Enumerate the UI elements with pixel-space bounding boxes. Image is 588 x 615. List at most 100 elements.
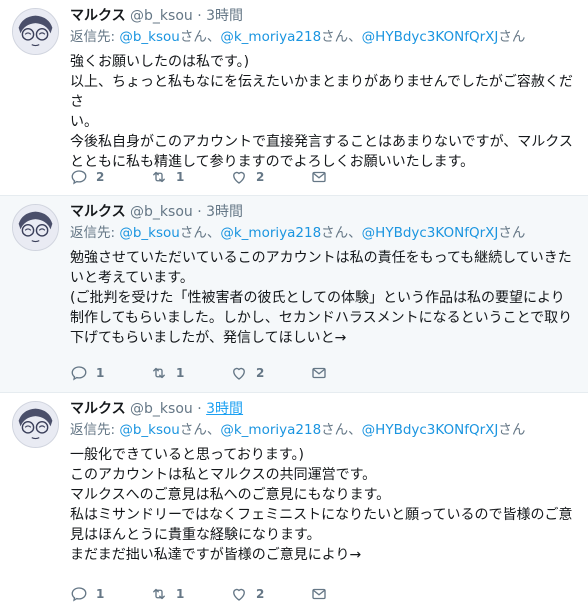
tweet-line: 私はミサンドリーではなくフェミニストになりたいと願っているので皆様のご意: [70, 507, 573, 523]
retweet-button[interactable]: 1: [150, 364, 230, 382]
direct-message-button[interactable]: [310, 585, 340, 603]
reply-button[interactable]: 2: [70, 168, 150, 186]
tweet-line: 見はほんとうに貴重な経験になります。: [70, 527, 321, 543]
heart-icon: [233, 588, 245, 601]
honorific: さん: [321, 29, 349, 45]
honorific: さん: [179, 225, 207, 241]
mention-link[interactable]: @b_ksou: [119, 225, 180, 241]
timestamp[interactable]: 3時間: [206, 401, 243, 417]
honorific: さん: [498, 29, 526, 45]
honorific: さん: [498, 422, 526, 438]
retweet-icon: [153, 588, 165, 600]
like-button[interactable]: 2: [230, 585, 310, 603]
like-count: 2: [256, 170, 265, 184]
tweet[interactable]: マルクス @b_ksou · 3時間 返信先: @b_ksouさん、@k_mor…: [0, 393, 588, 615]
tweet-line: 強くお願いしたのは私です。): [70, 54, 250, 70]
honorific: さん: [321, 422, 349, 438]
tweet-line: マルクスへのご意見は私へのご意見にもなります。: [70, 487, 391, 503]
envelope-icon: [312, 367, 326, 379]
honorific: さん: [179, 29, 207, 45]
like-button[interactable]: 2: [230, 364, 310, 382]
reply-icon: [71, 366, 87, 381]
reply-context: 返信先: @b_ksouさん、@k_moriya218さん、@HYBdyc3KO…: [70, 222, 580, 244]
reply-button[interactable]: 1: [70, 585, 150, 603]
separator-dot: ·: [197, 401, 202, 417]
tweet[interactable]: マルクス @b_ksou · 3時間 返信先: @b_ksouさん、@k_mor…: [0, 196, 588, 393]
mention-separator: 、: [348, 225, 362, 241]
mention-link[interactable]: @k_moriya218: [220, 29, 321, 45]
tweet-text: 強くお願いしたのは私です。) 以上、ちょっと私もなにを伝えたいかまとまりがありま…: [70, 52, 580, 172]
tweet-actions: 1 1 2: [70, 362, 340, 384]
reply-context: 返信先: @b_ksouさん、@k_moriya218さん、@HYBdyc3KO…: [70, 419, 580, 441]
reply-context: 返信先: @b_ksouさん、@k_moriya218さん、@HYBdyc3KO…: [70, 26, 580, 48]
envelope-icon: [312, 588, 326, 600]
mention-link[interactable]: @k_moriya218: [220, 225, 321, 241]
envelope-icon: [312, 171, 326, 183]
display-name[interactable]: マルクス: [70, 204, 126, 220]
reply-label: 返信先:: [70, 29, 116, 45]
tweet-line: 制作してもらいました。しかし、セカンドハラスメントになるということで取り: [70, 310, 573, 326]
retweet-count: 1: [176, 170, 185, 184]
honorific: さん: [321, 225, 349, 241]
mention-link[interactable]: @HYBdyc3KONfQrXJ: [362, 225, 499, 241]
avatar[interactable]: [12, 8, 59, 55]
mention-separator: 、: [348, 422, 362, 438]
avatar-image: [13, 402, 58, 447]
avatar-image: [13, 205, 58, 250]
tweet-text: 一般化できていると思っております。) このアカウントは私とマルクスの共同運営です…: [70, 445, 580, 565]
retweet-button[interactable]: 1: [150, 585, 230, 603]
tweet-header: マルクス @b_ksou · 3時間: [70, 6, 580, 26]
reply-icon: [71, 587, 87, 602]
avatar[interactable]: [12, 204, 59, 251]
separator-dot: ·: [197, 204, 202, 220]
avatar[interactable]: [12, 401, 59, 448]
reply-count: 1: [96, 587, 105, 601]
mention-separator: 、: [206, 422, 221, 438]
direct-message-button[interactable]: [310, 364, 340, 382]
retweet-button[interactable]: 1: [150, 168, 230, 186]
like-count: 2: [256, 587, 265, 601]
direct-message-button[interactable]: [310, 168, 340, 186]
reply-label: 返信先:: [70, 225, 116, 241]
reply-count: 1: [96, 366, 105, 380]
tweet-line: 一般化できていると思っております。): [70, 447, 304, 463]
tweet[interactable]: マルクス @b_ksou · 3時間 返信先: @b_ksouさん、@k_mor…: [0, 0, 588, 196]
reply-button[interactable]: 1: [70, 364, 150, 382]
retweet-icon: [153, 367, 165, 379]
mention-link[interactable]: @b_ksou: [119, 422, 180, 438]
avatar-image: [13, 9, 58, 54]
mention-separator: 、: [348, 29, 362, 45]
user-handle[interactable]: @b_ksou: [130, 8, 193, 24]
display-name[interactable]: マルクス: [70, 401, 126, 417]
mention-link[interactable]: @HYBdyc3KONfQrXJ: [362, 422, 499, 438]
retweet-count: 1: [176, 587, 185, 601]
tweet-line: いと考えています。: [70, 270, 194, 286]
mention-link[interactable]: @k_moriya218: [220, 422, 321, 438]
timestamp[interactable]: 3時間: [206, 204, 243, 220]
tweet-line: このアカウントは私とマルクスの共同運営です。: [70, 467, 377, 483]
mention-link[interactable]: @HYBdyc3KONfQrXJ: [362, 29, 499, 45]
user-handle[interactable]: @b_ksou: [130, 401, 193, 417]
retweet-count: 1: [176, 366, 185, 380]
heart-icon: [233, 171, 245, 184]
tweet-line: い。: [70, 114, 98, 130]
tweet-line: 下げてもらいましたが、発信してほしいと→: [70, 330, 347, 346]
tweet-header: マルクス @b_ksou · 3時間: [70, 202, 580, 222]
user-handle[interactable]: @b_ksou: [130, 204, 193, 220]
reply-icon: [71, 170, 87, 185]
like-count: 2: [256, 366, 265, 380]
reply-count: 2: [96, 170, 105, 184]
tweet-line: 今後私自身がこのアカウントで直接発言することはあまりないですが、マルクス: [70, 134, 573, 150]
honorific: さん: [179, 422, 207, 438]
timestamp[interactable]: 3時間: [206, 8, 243, 24]
tweet-header: マルクス @b_ksou · 3時間: [70, 399, 580, 419]
display-name[interactable]: マルクス: [70, 8, 126, 24]
tweet-timeline: マルクス @b_ksou · 3時間 返信先: @b_ksouさん、@k_mor…: [0, 0, 588, 615]
tweet-line: まだまだ拙い私達ですが皆様のご意見により→: [70, 547, 362, 563]
mention-link[interactable]: @b_ksou: [119, 29, 180, 45]
retweet-icon: [153, 171, 165, 183]
like-button[interactable]: 2: [230, 168, 310, 186]
mention-separator: 、: [206, 29, 221, 45]
tweet-line: 勉強させていただいているこのアカウントは私の責任をもっても継続していきた: [70, 250, 572, 266]
tweet-actions: 1 1 2: [70, 583, 340, 605]
